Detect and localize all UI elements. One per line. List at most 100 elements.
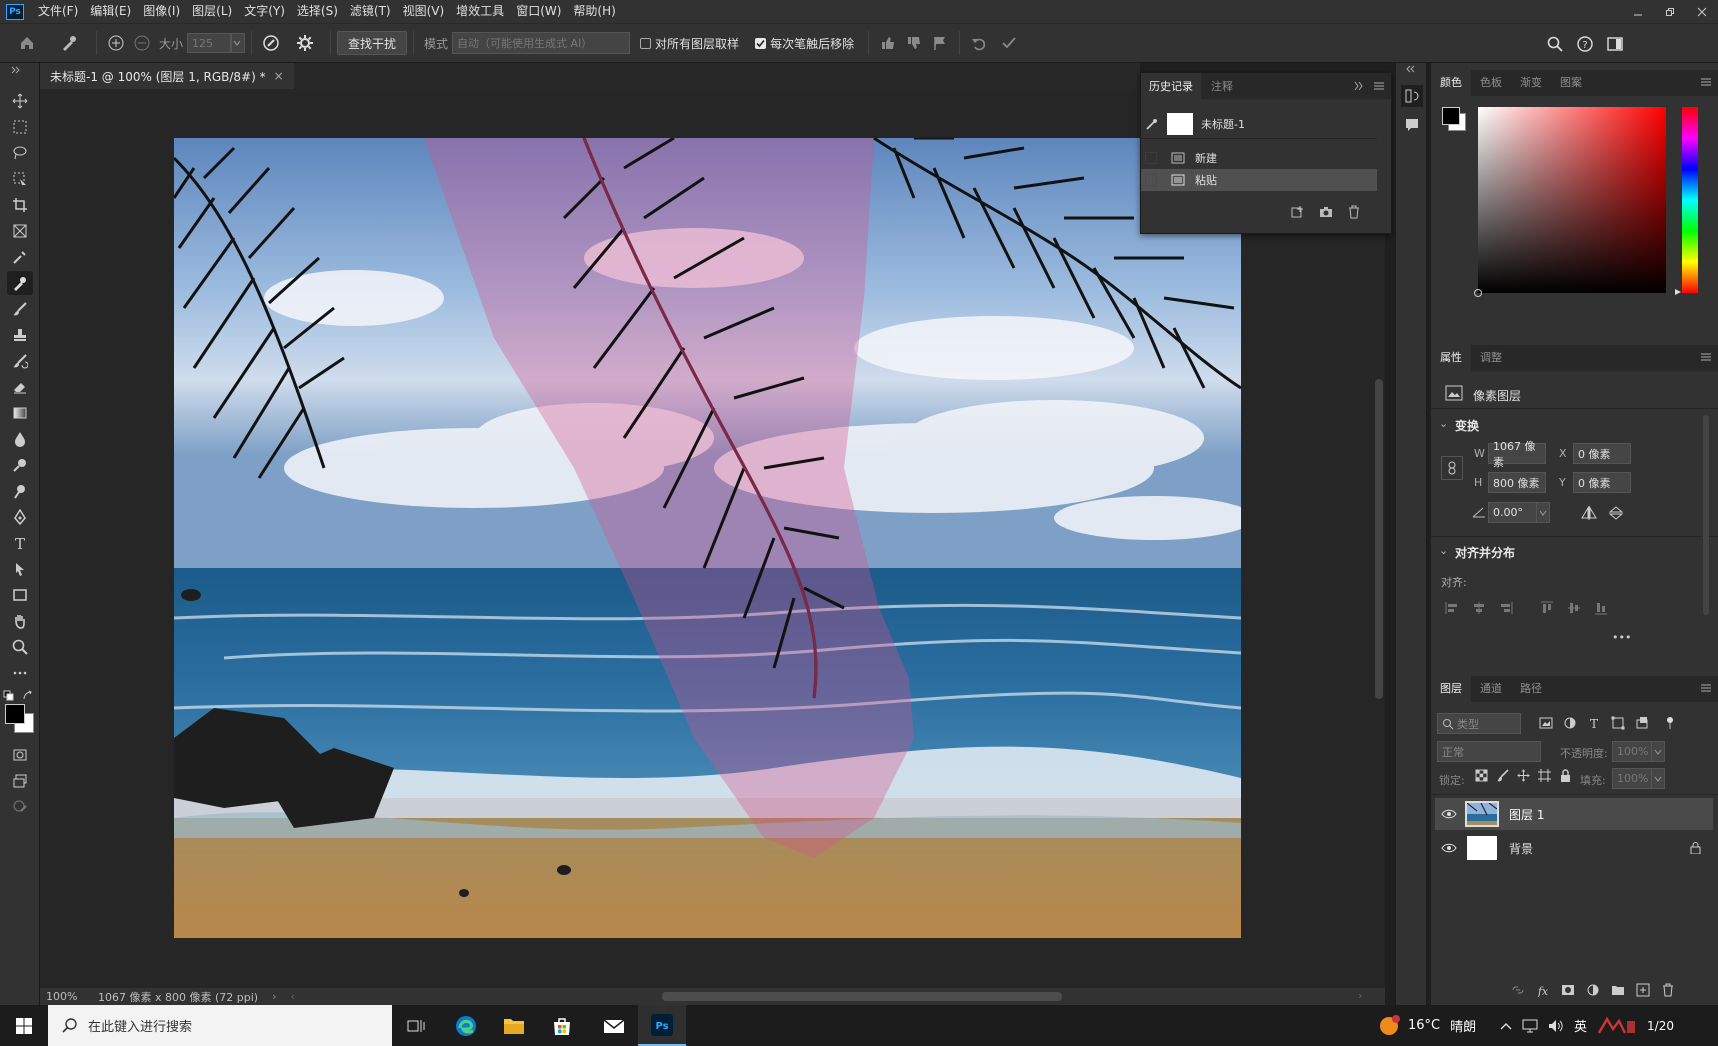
- quick-mask-icon[interactable]: [7, 743, 33, 767]
- network-icon[interactable]: [1522, 1019, 1538, 1033]
- menu-type[interactable]: 文字(Y): [238, 0, 291, 23]
- dodge-tool-2-icon[interactable]: [7, 479, 33, 503]
- clone-stamp-tool-icon[interactable]: [7, 323, 33, 347]
- add-brush-icon[interactable]: [103, 30, 129, 56]
- hand-tool-icon[interactable]: [7, 609, 33, 633]
- clock-date[interactable]: 1/20: [1647, 1019, 1674, 1033]
- size-dropdown-icon[interactable]: [231, 33, 246, 53]
- trash-icon[interactable]: [1347, 205, 1361, 219]
- layer-name[interactable]: 背景: [1509, 840, 1533, 857]
- tab-adjustments[interactable]: 调整: [1471, 345, 1511, 371]
- color-picker-field[interactable]: [1474, 107, 1666, 297]
- default-colors-icon[interactable]: [3, 690, 15, 702]
- brush-tool-icon[interactable]: [7, 297, 33, 321]
- eyedropper-tool-icon[interactable]: [7, 245, 33, 269]
- search-icon[interactable]: [1542, 31, 1568, 57]
- zoom-level[interactable]: 100%: [46, 990, 88, 1003]
- tab-notes[interactable]: 注释: [1203, 73, 1241, 99]
- delete-layer-icon[interactable]: [1661, 983, 1675, 997]
- horizontal-scroll-thumb[interactable]: [662, 992, 1062, 1001]
- camera-icon[interactable]: [1319, 205, 1333, 219]
- tab-color[interactable]: 颜色: [1431, 70, 1471, 96]
- windows-start-icon[interactable]: [0, 1005, 48, 1046]
- visibility-eye-icon[interactable]: [1441, 809, 1457, 819]
- weather-widget[interactable]: 16°C 晴朗: [1378, 1005, 1476, 1046]
- move-tool-icon[interactable]: [7, 89, 33, 113]
- menu-select[interactable]: 选择(S): [291, 0, 344, 23]
- filter-adjustment-icon[interactable]: [1563, 716, 1577, 730]
- workspace-icon[interactable]: [1602, 31, 1628, 57]
- size-input[interactable]: 125: [187, 33, 232, 53]
- add-mask-icon[interactable]: [1561, 983, 1575, 997]
- link-dimensions-icon[interactable]: [1441, 456, 1463, 480]
- taskbar-search-box[interactable]: 在此键入进行搜索: [48, 1005, 392, 1046]
- pen-tool-icon[interactable]: [7, 505, 33, 529]
- history-item-new[interactable]: 新建: [1141, 147, 1377, 169]
- tab-swatches[interactable]: 色板: [1471, 70, 1511, 96]
- blend-mode-select[interactable]: 正常: [1437, 741, 1541, 762]
- tab-patterns[interactable]: 图案: [1551, 70, 1591, 96]
- history-item-paste[interactable]: 粘贴: [1141, 169, 1377, 191]
- align-left-icon[interactable]: [1445, 601, 1459, 615]
- screen-mode-icon[interactable]: [7, 769, 33, 793]
- eraser-tool-icon[interactable]: [7, 375, 33, 399]
- path-selection-tool-icon[interactable]: [7, 557, 33, 581]
- ime-indicator[interactable]: 英: [1574, 1016, 1587, 1035]
- align-vcenter-icon[interactable]: [1567, 601, 1581, 615]
- x-field[interactable]: 0 像素: [1573, 443, 1631, 464]
- marquee-tool-icon[interactable]: [7, 115, 33, 139]
- menu-edit[interactable]: 编辑(E): [84, 0, 137, 23]
- microsoft-store-icon[interactable]: [538, 1005, 586, 1046]
- tab-properties[interactable]: 属性: [1431, 345, 1471, 371]
- fill-field[interactable]: 100%: [1612, 768, 1652, 789]
- mail-icon[interactable]: [590, 1005, 638, 1046]
- tab-gradients[interactable]: 渐变: [1511, 70, 1551, 96]
- history-brush-source-icon[interactable]: [1145, 117, 1161, 131]
- opacity-dropdown-icon[interactable]: [1651, 741, 1665, 762]
- layer-row-background[interactable]: 背景: [1435, 832, 1713, 864]
- close-tab-icon[interactable]: ×: [274, 69, 284, 83]
- lock-all-icon[interactable]: [1559, 769, 1572, 782]
- history-snapshot[interactable]: 未标题-1: [1141, 109, 1377, 139]
- mode-select[interactable]: 自动（可能使用生成式 AI）: [452, 32, 631, 54]
- dodge-tool-icon[interactable]: [7, 453, 33, 477]
- angle-dropdown-icon[interactable]: [1536, 502, 1550, 523]
- hue-slider-handle-icon[interactable]: [1674, 288, 1682, 296]
- panel-menu-icon[interactable]: [1373, 81, 1385, 91]
- status-expand-icon[interactable]: ›: [272, 990, 276, 1003]
- blur-tool-icon[interactable]: [7, 427, 33, 451]
- subtract-brush-icon[interactable]: [129, 30, 155, 56]
- visibility-eye-icon[interactable]: [1441, 843, 1457, 853]
- rectangle-tool-icon[interactable]: [7, 583, 33, 607]
- opacity-field[interactable]: 100%: [1612, 741, 1652, 762]
- lock-artboard-icon[interactable]: [1538, 769, 1551, 782]
- thumbs-down-icon[interactable]: [901, 30, 927, 56]
- y-field[interactable]: 0 像素: [1573, 472, 1631, 493]
- photoshop-taskbar-icon[interactable]: Ps: [638, 1005, 686, 1046]
- layer-filter-select[interactable]: 类型: [1437, 713, 1521, 734]
- remove-tool-active-icon[interactable]: [7, 271, 33, 295]
- filter-shape-icon[interactable]: [1611, 716, 1625, 730]
- help-icon[interactable]: ?: [1572, 31, 1598, 57]
- align-hcenter-icon[interactable]: [1472, 601, 1486, 615]
- flip-horizontal-icon[interactable]: [1581, 506, 1597, 520]
- frame-tool-icon[interactable]: [7, 219, 33, 243]
- menu-image[interactable]: 图像(I): [137, 0, 186, 23]
- flip-vertical-icon[interactable]: [1608, 506, 1624, 520]
- lock-icon[interactable]: [1690, 842, 1701, 854]
- menu-file[interactable]: 文件(F): [32, 0, 84, 23]
- layer-row-layer1[interactable]: 图层 1: [1435, 798, 1713, 830]
- more-tools-icon[interactable]: [7, 661, 33, 685]
- width-field[interactable]: 1067 像素: [1488, 440, 1546, 469]
- tab-history[interactable]: 历史记录: [1141, 73, 1201, 99]
- document-canvas[interactable]: [174, 138, 1241, 938]
- remove-after-stroke-checkbox[interactable]: 每次笔触后移除: [755, 35, 854, 52]
- panel-fg-swatch[interactable]: [1442, 107, 1460, 125]
- vertical-scroll-thumb[interactable]: [1375, 379, 1383, 699]
- restore-icon[interactable]: [1654, 0, 1686, 23]
- volume-icon[interactable]: [1548, 1019, 1564, 1033]
- swap-colors-icon[interactable]: [22, 690, 34, 702]
- undo-icon[interactable]: [966, 30, 992, 56]
- filter-smart-object-icon[interactable]: [1635, 716, 1649, 730]
- collapse-tools-icon[interactable]: [6, 63, 36, 89]
